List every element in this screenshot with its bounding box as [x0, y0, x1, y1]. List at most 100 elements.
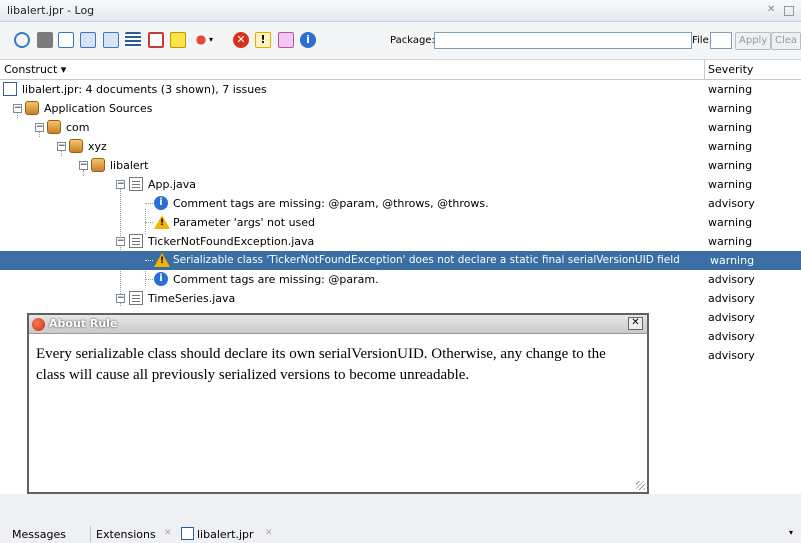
note-icon[interactable]: [170, 32, 186, 48]
tab-messages[interactable]: Messages: [12, 528, 66, 541]
severity-cell: warning: [708, 235, 753, 248]
tab-libalert-jpr[interactable]: libalert.jpr: [197, 528, 254, 541]
file-filter-input[interactable]: [710, 32, 732, 49]
tree-row-label: com: [66, 121, 90, 134]
window-titlebar: libalert.jpr - Log ✕: [0, 0, 801, 22]
close-tab-icon[interactable]: ✕: [265, 528, 273, 538]
about-rule-dialog: About Rule ✕ Every serializable class sh…: [27, 313, 649, 494]
collapse-toggle-icon[interactable]: −: [35, 123, 44, 132]
severity-cell: warning: [710, 254, 755, 267]
export-icon[interactable]: [58, 32, 74, 48]
refresh-icon[interactable]: [14, 32, 30, 48]
severity-column-header[interactable]: Severity: [708, 63, 753, 76]
log-toolbar: ▾ ✕ ! i Package: File: Apply Clea: [0, 22, 801, 60]
info-filter-icon[interactable]: i: [300, 32, 316, 48]
tab-list-dropdown-icon[interactable]: ▾: [789, 528, 793, 537]
severity-cell: advisory: [708, 292, 755, 305]
project-tab-icon: [181, 527, 194, 540]
collapse-toggle-icon[interactable]: −: [116, 237, 125, 246]
severity-cell: advisory: [708, 330, 755, 343]
package-icon: [69, 139, 83, 153]
close-window-icon[interactable]: ✕: [767, 4, 775, 15]
info-icon: i: [154, 272, 168, 286]
rule-icon: [32, 318, 45, 331]
tree-row-xyz[interactable]: − xyz warning: [0, 137, 801, 156]
severity-cell: warning: [708, 140, 753, 153]
close-tab-icon[interactable]: ✕: [164, 528, 172, 538]
severity-cell: warning: [708, 102, 753, 115]
rule-description: Every serializable class should declare …: [36, 346, 606, 383]
tree-row-label: xyz: [88, 140, 107, 153]
error-filter-icon[interactable]: ✕: [233, 32, 249, 48]
stop-icon[interactable]: [37, 32, 53, 48]
construct-column-header[interactable]: Construct ▾: [4, 63, 66, 76]
severity-cell: warning: [708, 121, 753, 134]
tree-row-issue[interactable]: i Comment tags are missing: @param. advi…: [0, 270, 801, 289]
column-header: Construct ▾ Severity: [0, 60, 801, 80]
tree-row-label: Serializable class 'TickerNotFoundExcept…: [173, 254, 680, 266]
severity-cell: warning: [708, 83, 753, 96]
column-separator[interactable]: [704, 60, 705, 79]
severity-cell: advisory: [708, 197, 755, 210]
tree-row-label: Parameter 'args' not used: [173, 216, 316, 229]
warning-filter-icon[interactable]: !: [255, 32, 271, 48]
audit-icon[interactable]: [148, 32, 164, 48]
collapse-toggle-icon[interactable]: −: [79, 161, 88, 170]
list-icon[interactable]: [125, 32, 141, 48]
tree-row-label: Comment tags are missing: @param, @throw…: [173, 197, 489, 210]
apply-button[interactable]: Apply: [735, 32, 772, 50]
window-title: libalert.jpr - Log: [7, 4, 95, 17]
collapse-toggle-icon[interactable]: −: [13, 104, 22, 113]
package-label: Package:: [390, 35, 435, 46]
tree-row-label: Application Sources: [44, 102, 153, 115]
tree-row-issue[interactable]: ! Parameter 'args' not used warning: [0, 213, 801, 232]
bottom-tab-bar: Messages Extensions ✕ libalert.jpr ✕ ▾: [0, 494, 801, 543]
collapse-icon[interactable]: [103, 32, 119, 48]
collapse-toggle-icon[interactable]: −: [116, 294, 125, 303]
tree-row-app-java[interactable]: − App.java warning: [0, 175, 801, 194]
tree-row-label: App.java: [148, 178, 197, 191]
severity-cell: warning: [708, 216, 753, 229]
tree-row-label: TimeSeries.java: [148, 292, 236, 305]
clear-button[interactable]: Clea: [771, 32, 801, 50]
tree-row-label: libalert.jpr: 4 documents (3 shown), 7 i…: [22, 83, 267, 96]
tree-row-project[interactable]: libalert.jpr: 4 documents (3 shown), 7 i…: [0, 80, 801, 99]
dropdown-arrow-icon[interactable]: ▾: [209, 35, 213, 44]
java-file-icon: [129, 234, 143, 248]
dialog-close-button[interactable]: ✕: [628, 317, 643, 330]
tree-row-application-sources[interactable]: − Application Sources warning: [0, 99, 801, 118]
tree-row-com[interactable]: − com warning: [0, 118, 801, 137]
maximize-icon[interactable]: [784, 6, 794, 16]
tree-row-timeseries-java[interactable]: − TimeSeries.java advisory: [0, 289, 801, 308]
incomplete-filter-icon[interactable]: [278, 32, 294, 48]
tab-divider: [90, 526, 91, 542]
package-filter-input[interactable]: [434, 32, 692, 49]
tree-row-issue-selected[interactable]: ! Serializable class 'TickerNotFoundExce…: [0, 251, 801, 270]
bulb-icon[interactable]: [193, 32, 209, 48]
folder-icon: [25, 101, 39, 115]
tree-row-label: TickerNotFoundException.java: [148, 235, 315, 248]
collapse-toggle-icon[interactable]: −: [57, 142, 66, 151]
expand-icon[interactable]: [80, 32, 96, 48]
project-icon: [3, 82, 17, 96]
severity-cell: warning: [708, 159, 753, 172]
java-file-icon: [129, 177, 143, 191]
collapse-toggle-icon[interactable]: −: [116, 180, 125, 189]
tree-row-label: libalert: [110, 159, 149, 172]
tree-row-tickernotfoundexception-java[interactable]: − TickerNotFoundException.java warning: [0, 232, 801, 251]
resize-grip-icon[interactable]: [636, 481, 645, 490]
severity-cell: warning: [708, 178, 753, 191]
java-file-icon: [129, 291, 143, 305]
package-icon: [91, 158, 105, 172]
dialog-titlebar[interactable]: About Rule ✕: [29, 315, 647, 334]
severity-cell: advisory: [708, 349, 755, 362]
severity-cell: advisory: [708, 273, 755, 286]
package-icon: [47, 120, 61, 134]
dialog-title: About Rule: [49, 317, 118, 330]
tree-row-issue[interactable]: i Comment tags are missing: @param, @thr…: [0, 194, 801, 213]
tab-extensions[interactable]: Extensions: [96, 528, 156, 541]
tree-row-label: Comment tags are missing: @param.: [173, 273, 379, 286]
tree-row-libalert[interactable]: − libalert warning: [0, 156, 801, 175]
severity-cell: advisory: [708, 311, 755, 324]
info-icon: i: [154, 196, 168, 210]
